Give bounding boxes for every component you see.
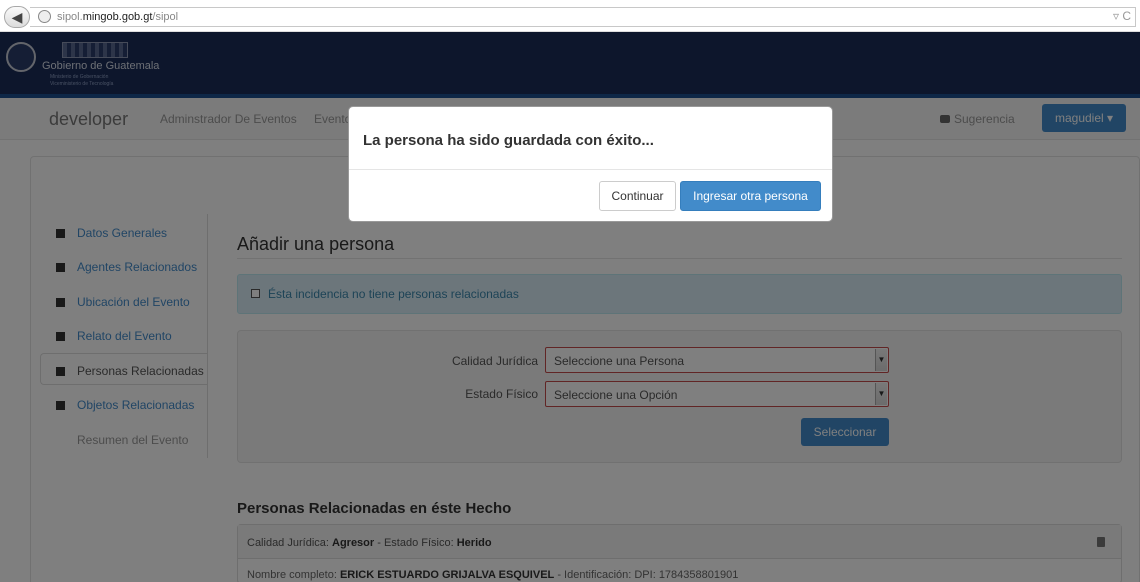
modal-footer: Continuar Ingresar otra persona [349,169,832,222]
reload-icon[interactable]: ▿ C [1113,9,1131,23]
url-text: sipol.mingob.gob.gt/sipol [57,11,179,23]
browser-toolbar: ◀ sipol.mingob.gob.gt/sipol ▿ C [0,0,1140,32]
success-modal: La persona ha sido guardada con éxito...… [348,106,833,222]
modal-message: La persona ha sido guardada con éxito... [363,132,654,149]
add-another-person-button[interactable]: Ingresar otra persona [680,181,821,211]
back-button[interactable]: ◀ [4,6,30,28]
back-arrow-icon: ◀ [11,9,23,25]
continue-button[interactable]: Continuar [599,181,676,211]
address-bar[interactable]: sipol.mingob.gob.gt/sipol ▿ C [30,7,1136,27]
globe-icon [38,10,51,23]
